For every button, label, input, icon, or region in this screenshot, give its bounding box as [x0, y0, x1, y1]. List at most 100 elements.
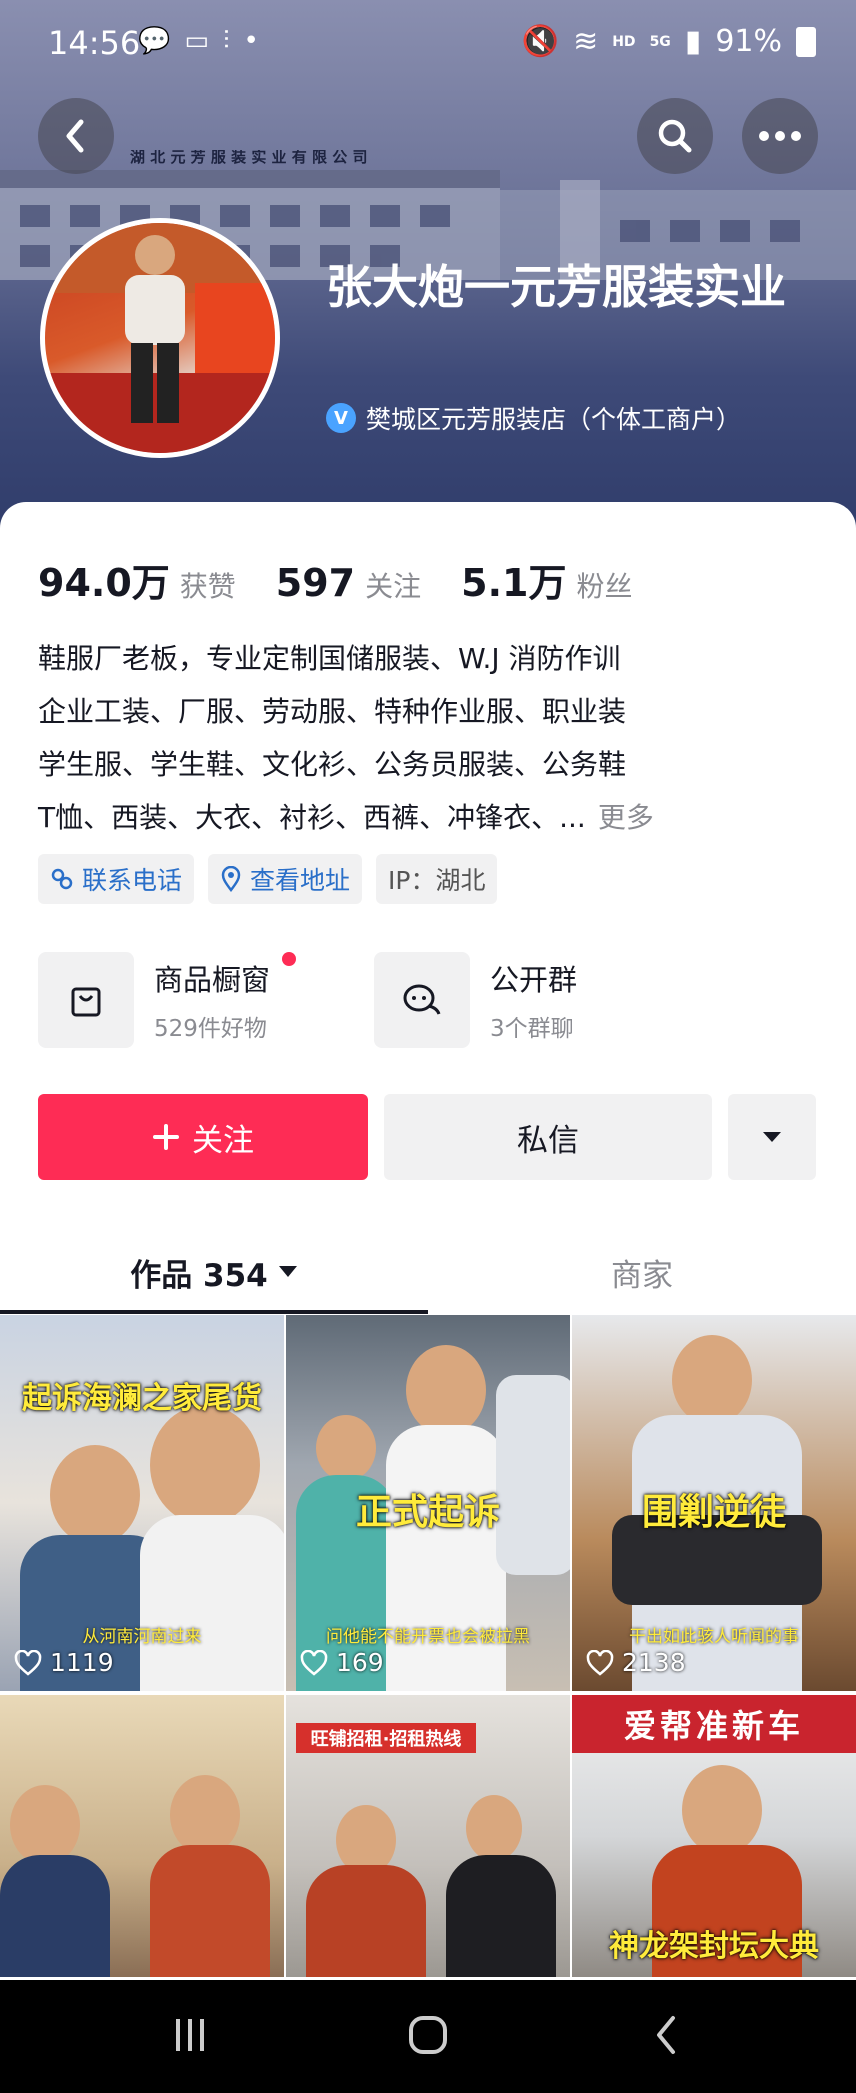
public-group-title: 公开群: [490, 963, 578, 997]
bio-line: T恤、西装、大衣、衬衫、西裤、冲锋衣、...: [38, 801, 586, 834]
back-arrow-icon: [657, 2016, 675, 2054]
shop-window-subtitle: 529件好物: [154, 1016, 267, 1042]
wifi-icon: ≋: [573, 24, 599, 59]
more-options-button[interactable]: [742, 98, 818, 174]
recent-apps-button[interactable]: [160, 2010, 220, 2060]
stat-value: 5.1万: [461, 561, 567, 605]
follow-button[interactable]: 关注: [38, 1094, 368, 1180]
profile-header: 湖 北 元 芳 服 装 实 业 有 限 公 司 14:56 💬 ▭ ⫶ • 🔇 …: [0, 0, 856, 540]
video-subtitle: 干出如此骇人听闻的事: [629, 1627, 799, 1647]
like-count-value: 2138: [622, 1648, 686, 1677]
voicemail-icon: ▭: [184, 26, 209, 56]
like-count-value: 169: [336, 1648, 384, 1677]
bio-line: 学生服、学生鞋、文化衫、公务员服装、公务鞋: [38, 748, 627, 781]
contact-phone-label: 联系电话: [82, 866, 183, 895]
audio-wave-icon: ⫶: [222, 26, 230, 56]
signal-label: 5G: [649, 33, 671, 50]
view-address-tag[interactable]: 查看地址: [208, 854, 363, 904]
like-count: 169: [300, 1648, 384, 1677]
video-thumbnail-2[interactable]: 正式起诉 问他能不能开票也会被拉黑 169: [286, 1315, 570, 1691]
follow-label: 关注: [192, 1122, 254, 1159]
link-icon: [51, 868, 73, 890]
stat-likes[interactable]: 94.0万 获赞: [38, 552, 236, 607]
video-thumbnail-4[interactable]: [0, 1695, 284, 1977]
avatar-photo: [45, 223, 275, 453]
video-grid: 起诉海澜之家尾货 从河南河南过来 1119 正式起诉 问他能不能开票也会被拉黑 …: [0, 1315, 856, 1977]
tags-row: 联系电话 查看地址 IP：湖北: [38, 854, 498, 904]
back-button[interactable]: [38, 98, 114, 174]
bio-line: 企业工装、厂服、劳动服、特种作业服、职业装: [38, 695, 627, 728]
profile-name: 张大炮一元芳服装实业: [326, 260, 786, 314]
message-label: 私信: [517, 1122, 579, 1159]
video-thumbnail-6[interactable]: 爱帮准新车 神龙架封坛大典: [572, 1695, 856, 1977]
tab-merchant-label: 商家: [611, 1257, 673, 1294]
bio-line-last: T恤、西装、大衣、衬衫、西裤、冲锋衣、... 更多: [38, 791, 828, 844]
notification-icons: 💬 ▭ ⫶ •: [138, 26, 259, 57]
video-caption: 围剿逆徒: [641, 1492, 786, 1533]
verification-text: 樊城区元芳服装店（个体工商户）: [366, 405, 742, 434]
status-bar: 14:56 💬 ▭ ⫶ • 🔇 ≋ HD 5G ▮ 91%: [0, 0, 856, 90]
search-button[interactable]: [637, 98, 713, 174]
signal-icon: ▮: [684, 24, 702, 59]
video-caption: 起诉海澜之家尾货: [22, 1381, 262, 1416]
tab-merchant[interactable]: 商家: [428, 1230, 856, 1314]
verification-row[interactable]: V 樊城区元芳服装店（个体工商户）: [326, 400, 741, 436]
ip-location-label: IP：湖北: [388, 866, 486, 895]
avatar[interactable]: [40, 218, 280, 458]
stat-following[interactable]: 597 关注: [276, 561, 421, 605]
dot-icon: •: [243, 26, 259, 56]
tab-works[interactable]: 作品 354: [0, 1230, 428, 1314]
video-top-caption: 爱帮准新车: [572, 1695, 856, 1753]
active-tab-indicator: [0, 1310, 428, 1314]
recent-apps-icon: [176, 2019, 204, 2051]
bio-more-link[interactable]: 更多: [598, 801, 654, 834]
public-group-entry[interactable]: 公开群 3个群聊: [374, 952, 577, 1048]
plus-icon: [153, 1124, 179, 1150]
like-count: 2138: [586, 1648, 686, 1677]
system-icons: 🔇 ≋ HD 5G ▮ 91%: [522, 24, 816, 59]
tab-works-label: 作品 354: [130, 1257, 268, 1294]
content-tabs: 作品 354 商家: [0, 1230, 856, 1314]
hd-label: HD: [612, 33, 636, 50]
ip-location-tag: IP：湖北: [376, 854, 498, 904]
like-count: 1119: [14, 1648, 114, 1677]
video-caption: 神龙架封坛大典: [609, 1929, 819, 1964]
battery-icon: [796, 26, 816, 57]
system-back-button[interactable]: [636, 2010, 696, 2060]
group-chat-icon: [374, 952, 470, 1048]
chevron-left-icon: [66, 119, 84, 153]
stat-followers[interactable]: 5.1万 粉丝: [461, 552, 632, 607]
expand-suggestions-button[interactable]: [728, 1094, 816, 1180]
stats-row: 94.0万 获赞 597 关注 5.1万 粉丝: [38, 552, 672, 607]
view-address-label: 查看地址: [250, 866, 351, 895]
home-button[interactable]: [396, 2010, 460, 2060]
status-time: 14:56: [48, 24, 141, 62]
bio: 鞋服厂老板，专业定制国储服装、W.J 消防作训 企业工装、厂服、劳动服、特种作业…: [38, 632, 828, 844]
video-subtitle: 问他能不能开票也会被拉黑: [326, 1627, 530, 1647]
like-count-value: 1119: [50, 1648, 114, 1677]
video-thumbnail-3[interactable]: 围剿逆徒 干出如此骇人听闻的事 2138: [572, 1315, 856, 1691]
battery-percent: 91%: [715, 24, 782, 59]
home-icon: [409, 2016, 447, 2054]
mute-icon: 🔇: [521, 24, 560, 59]
video-subtitle: 从河南河南过来: [82, 1627, 202, 1647]
video-caption: 旺铺招租·招租热线: [296, 1723, 476, 1753]
heart-icon: [586, 1649, 614, 1676]
video-thumbnail-1[interactable]: 起诉海澜之家尾货 从河南河南过来 1119: [0, 1315, 284, 1691]
caret-down-icon: [278, 1266, 297, 1277]
video-caption: 正式起诉: [355, 1492, 500, 1533]
heart-icon: [300, 1649, 328, 1676]
video-thumbnail-5[interactable]: 旺铺招租·招租热线: [286, 1695, 570, 1977]
stat-value: 94.0万: [38, 561, 170, 605]
message-button[interactable]: 私信: [384, 1094, 712, 1180]
verified-badge-icon: V: [326, 403, 356, 433]
wechat-icon: 💬: [138, 26, 171, 56]
contact-phone-tag[interactable]: 联系电话: [38, 854, 195, 904]
shop-window-entry[interactable]: 商品橱窗 529件好物: [38, 952, 296, 1048]
system-navigation-bar: [0, 1980, 856, 2093]
stat-label: 粉丝: [576, 570, 633, 603]
search-icon: [658, 119, 692, 153]
stat-label: 获赞: [179, 570, 236, 603]
notification-dot: [282, 952, 296, 966]
location-pin-icon: [221, 866, 241, 892]
